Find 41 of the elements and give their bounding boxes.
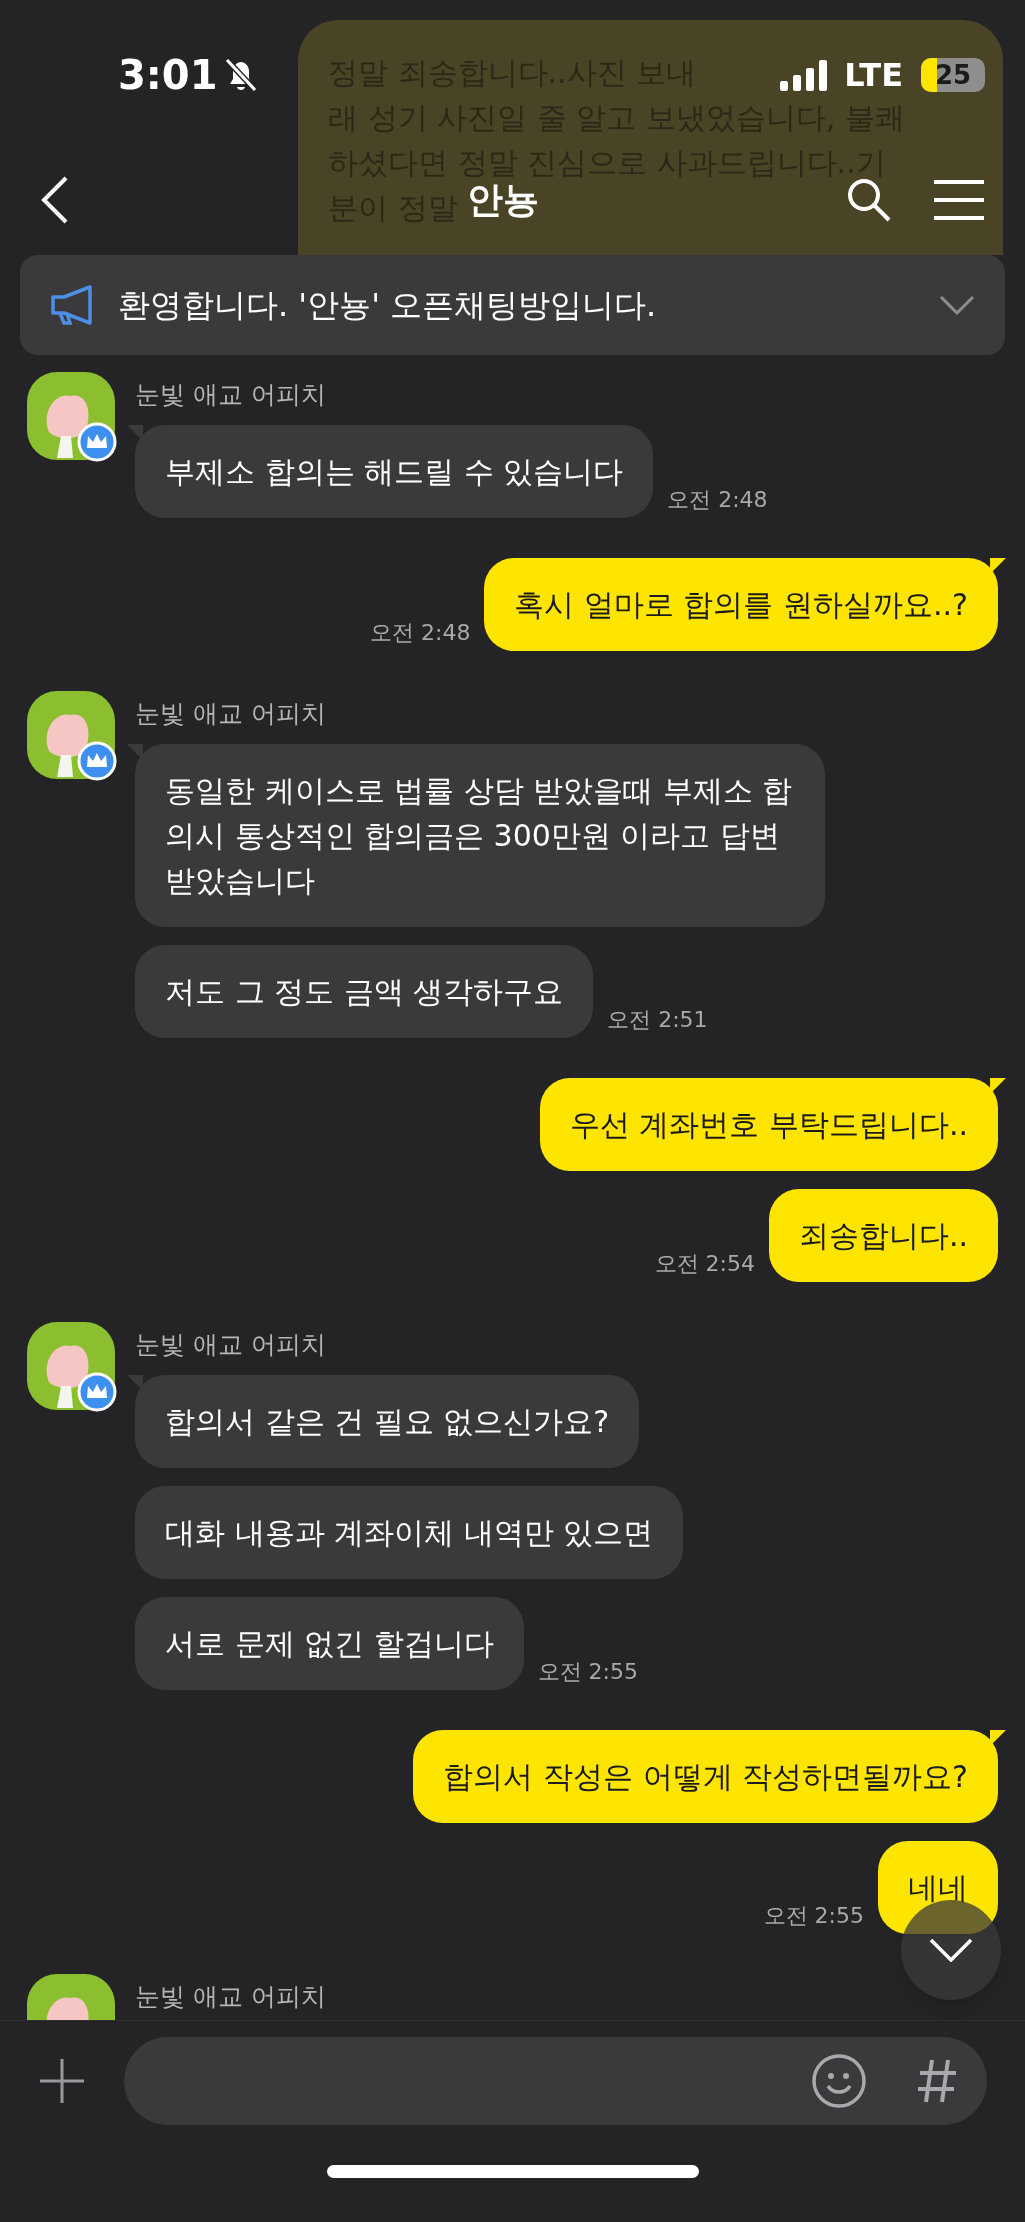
message-bubble: 합의서 같은 건 필요 없으신가요? — [135, 1375, 640, 1468]
chat-title: 안뇽 — [466, 178, 539, 222]
message-bubble: 서로 문제 없긴 할겁니다 — [135, 1597, 524, 1690]
message-time: 오전 2:51 — [607, 1006, 708, 1034]
battery-level: 25 — [934, 58, 972, 92]
avatar-icon[interactable] — [27, 1322, 117, 1412]
plus-icon[interactable] — [38, 2056, 86, 2105]
sender-name: 눈빛 애교 어피치 — [135, 701, 327, 726]
message-time: 오전 2:55 — [537, 1658, 638, 1686]
bubble-tail — [990, 558, 1006, 574]
message-bubble: 혹시 얼마로 합의를 원하실까요..? — [484, 558, 998, 651]
bubble-tail — [990, 1730, 1006, 1746]
chevron-icon[interactable] — [939, 295, 975, 315]
message-time: 오전 2:54 — [654, 1250, 755, 1278]
message-bubble: 죄송합니다.. — [768, 1189, 998, 1282]
chevron-down-icon — [929, 1938, 973, 1962]
avatar-icon[interactable] — [27, 372, 117, 462]
menu-icon[interactable] — [933, 179, 985, 221]
message-bubble: 대화 내용과 계좌이체 내역만 있으면 — [135, 1486, 684, 1579]
emoji-icon[interactable] — [811, 2052, 867, 2109]
sender-name: 눈빛 애교 어피치 — [135, 1984, 326, 2009]
sender-name: 눈빛 애교 어피치 — [135, 1332, 327, 1357]
status-time: 3:01 — [118, 51, 218, 100]
message-bubble: 저도 그 정도 금액 생각하구요 — [135, 945, 594, 1038]
message-time: 오전 2:48 — [370, 619, 471, 647]
network-label: LTE — [844, 55, 903, 96]
message-time: 오전 2:55 — [763, 1902, 864, 1930]
avatar-icon[interactable] — [27, 691, 117, 781]
message-time: 오전 2:48 — [667, 486, 768, 514]
bubble-tail — [990, 1078, 1006, 1094]
message-bubble: 우선 계좌번호 부탁드립니다.. — [539, 1078, 998, 1171]
notice-bar[interactable]: 환영합니다. '안뇽' 오픈채팅방입니다. — [20, 255, 1005, 355]
bell-off-icon — [223, 57, 258, 93]
notice-text: 환영합니다. '안뇽' 오픈채팅방입니다. — [118, 285, 658, 326]
message-bubble: 합의서 작성은 어떻게 작성하면될까요? — [413, 1730, 998, 1823]
search-icon[interactable] — [845, 176, 893, 224]
sender-name: 눈빛 애교 어피치 — [135, 382, 327, 407]
message-bubble: 부제소 합의는 해드릴 수 있습니다 — [135, 425, 654, 518]
hashtag-icon[interactable] — [917, 2057, 957, 2104]
back-icon[interactable] — [40, 175, 70, 225]
message-bubble: 동일한 케이스로 법률 상담 받았을때 부제소 합의시 통상적인 합의금은 300만원 이라고 답변 받았습니다 — [135, 744, 825, 927]
